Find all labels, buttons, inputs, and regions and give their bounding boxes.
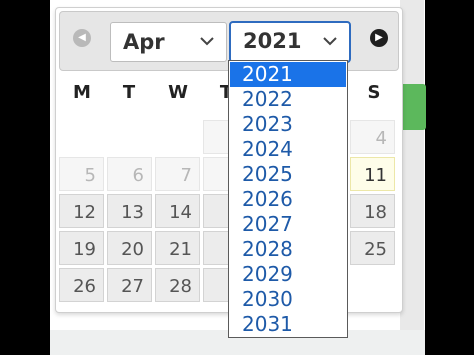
day-cell[interactable]: 7: [155, 157, 200, 191]
year-option[interactable]: 2030: [230, 287, 346, 312]
day-cell[interactable]: 4: [350, 120, 395, 154]
day-cell[interactable]: 14: [155, 194, 200, 228]
day-cell[interactable]: 26: [59, 268, 104, 302]
year-option[interactable]: 2025: [230, 162, 346, 187]
year-option[interactable]: 2027: [230, 212, 346, 237]
weekday-header-wed: W: [168, 82, 188, 103]
weekday-header-mon: M: [73, 82, 91, 103]
year-option[interactable]: 2026: [230, 187, 346, 212]
year-option[interactable]: 2024: [230, 137, 346, 162]
month-select[interactable]: Apr: [110, 22, 227, 62]
day-cell-today[interactable]: 11: [350, 157, 395, 191]
day-cell[interactable]: 21: [155, 231, 200, 265]
chevron-left-icon: ◀: [78, 32, 86, 43]
next-month-button[interactable]: ▶: [370, 29, 388, 47]
chevron-down-icon: [323, 37, 337, 46]
year-option[interactable]: 2028: [230, 237, 346, 262]
prev-month-button[interactable]: ◀: [73, 29, 91, 47]
year-select-value: 2021: [243, 29, 302, 53]
weekday-header-sun: S: [367, 82, 381, 103]
day-cell[interactable]: 6: [107, 157, 152, 191]
day-cell[interactable]: 27: [107, 268, 152, 302]
year-dropdown-list: 2021 2022 2023 2024 2025 2026 2027 2028 …: [228, 60, 348, 338]
chevron-right-icon: ▶: [375, 32, 383, 43]
weekday-header-tue: T: [122, 82, 136, 103]
year-option-selected[interactable]: 2021: [230, 62, 346, 87]
day-cell[interactable]: 20: [107, 231, 152, 265]
day-cell[interactable]: 13: [107, 194, 152, 228]
day-cell[interactable]: 18: [350, 194, 395, 228]
month-select-value: Apr: [123, 30, 165, 54]
year-option[interactable]: 2029: [230, 262, 346, 287]
year-select[interactable]: 2021: [229, 21, 351, 63]
year-option[interactable]: 2023: [230, 112, 346, 137]
day-cell[interactable]: 5: [59, 157, 104, 191]
day-cell[interactable]: 28: [155, 268, 200, 302]
year-option[interactable]: 2022: [230, 87, 346, 112]
day-cell[interactable]: 19: [59, 231, 104, 265]
chevron-down-icon: [200, 37, 214, 46]
page-right-panel: [400, 0, 424, 355]
year-option[interactable]: 2031: [230, 312, 346, 337]
day-cell[interactable]: 25: [350, 231, 395, 265]
day-cell[interactable]: 12: [59, 194, 104, 228]
